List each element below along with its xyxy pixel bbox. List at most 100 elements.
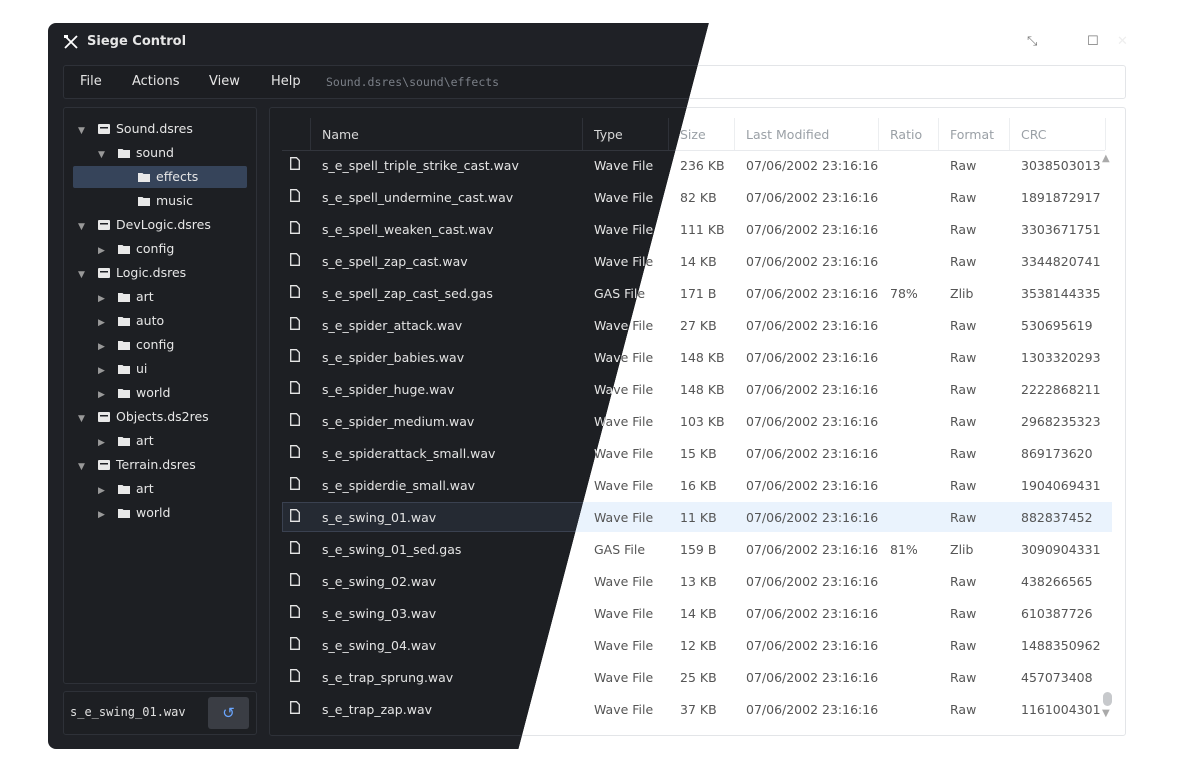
tree-item[interactable]: ▶ world: [98, 502, 170, 524]
cell-size: 148 KB: [680, 350, 725, 365]
menu-view[interactable]: View: [209, 74, 240, 89]
cell-format: Raw: [950, 158, 977, 173]
cell-size: 103 KB: [680, 414, 725, 429]
column-header-last-modified[interactable]: Last Modified: [746, 127, 829, 142]
menu-actions[interactable]: Actions: [132, 74, 180, 89]
minimize-icon[interactable]: ⤡: [1027, 34, 1037, 49]
folder-icon: [138, 173, 150, 182]
column-divider[interactable]: [734, 118, 735, 150]
cell-modified: 07/06/2002 23:16:16: [746, 542, 879, 557]
cell-modified: 07/06/2002 23:16:16: [746, 478, 879, 493]
cell-format: Raw: [950, 574, 977, 589]
cell-type: Wave File: [594, 510, 654, 525]
cell-modified: 07/06/2002 23:16:16: [746, 190, 879, 205]
chevron-right-icon[interactable]: ▶: [98, 288, 110, 310]
cell-type: Wave File: [594, 606, 654, 621]
tree-item[interactable]: effects: [118, 166, 198, 188]
column-header-crc[interactable]: CRC: [1021, 127, 1047, 142]
tree-item[interactable]: ▶ config: [98, 238, 174, 260]
tree-item[interactable]: music: [118, 190, 193, 212]
tree-item[interactable]: ▶ auto: [98, 310, 164, 332]
chevron-right-icon[interactable]: ▶: [98, 360, 110, 382]
scrollbar-thumb[interactable]: [1103, 692, 1112, 706]
chevron-right-icon[interactable]: ▶: [98, 480, 110, 502]
cell-size: 171 B: [680, 286, 717, 301]
tree-item[interactable]: ▼ sound: [98, 142, 174, 164]
menu-file[interactable]: File: [80, 74, 102, 89]
refresh-button[interactable]: ↺: [208, 697, 249, 729]
chevron-down-icon[interactable]: ▼: [78, 216, 90, 238]
tree-item-label: world: [136, 505, 171, 520]
folder-icon: [118, 485, 130, 494]
filename-field[interactable]: s_e_swing_01.wav ↺: [63, 691, 257, 735]
cell-name: s_e_spell_triple_strike_cast.wav: [322, 158, 519, 173]
tree-item[interactable]: ▶ art: [98, 430, 154, 452]
column-divider[interactable]: [878, 118, 879, 150]
column-header-name[interactable]: Name: [322, 127, 359, 142]
column-divider[interactable]: [668, 118, 669, 150]
maximize-icon[interactable]: ☐: [1087, 34, 1099, 49]
cell-name: s_e_spider_huge.wav: [322, 382, 455, 397]
folder-icon: [118, 317, 130, 326]
tree-item[interactable]: ▶ world: [98, 382, 170, 404]
column-divider[interactable]: [1105, 118, 1106, 150]
column-divider[interactable]: [310, 118, 311, 150]
file-icon: [290, 445, 300, 458]
chevron-right-icon[interactable]: ▶: [98, 240, 110, 262]
cell-modified: 07/06/2002 23:16:16: [746, 158, 879, 173]
column-divider[interactable]: [582, 118, 583, 150]
chevron-down-icon[interactable]: ▼: [78, 264, 90, 286]
column-header-type[interactable]: Type: [594, 127, 623, 142]
tree-item[interactable]: ▼ Objects.ds2res: [78, 406, 209, 428]
tree-item-label: config: [136, 337, 175, 352]
app-title: Siege Control: [87, 34, 187, 49]
cell-modified: 07/06/2002 23:16:16: [746, 574, 879, 589]
cell-format: Raw: [950, 254, 977, 269]
file-icon: [290, 477, 300, 490]
column-header-size[interactable]: Size: [680, 127, 706, 142]
column-header-format[interactable]: Format: [950, 127, 994, 142]
file-icon: [290, 189, 300, 202]
column-header-ratio[interactable]: Ratio: [890, 127, 922, 142]
chevron-down-icon[interactable]: ▼: [78, 120, 90, 142]
cell-format: Raw: [950, 510, 977, 525]
cell-crc: 1891872917: [1021, 190, 1101, 205]
cell-crc: 2968235323: [1021, 414, 1101, 429]
tree-item[interactable]: ▼ Terrain.dsres: [78, 454, 196, 476]
chevron-down-icon[interactable]: ▼: [98, 144, 110, 166]
folder-icon: [118, 509, 130, 518]
cell-ratio: 81%: [890, 542, 918, 557]
tree-item[interactable]: ▶ art: [98, 478, 154, 500]
tree-item-label: art: [136, 433, 154, 448]
file-icon: [290, 285, 300, 298]
close-icon[interactable]: ✕: [1117, 34, 1128, 49]
menu-help[interactable]: Help: [271, 74, 301, 89]
cell-size: 148 KB: [680, 382, 725, 397]
tree-item-label: Objects.ds2res: [116, 409, 209, 424]
chevron-right-icon[interactable]: ▶: [98, 504, 110, 526]
chevron-right-icon[interactable]: ▶: [98, 312, 110, 334]
column-divider[interactable]: [1009, 118, 1010, 150]
scroll-up-icon[interactable]: ▲: [1102, 153, 1110, 164]
chevron-down-icon[interactable]: ▼: [78, 456, 90, 478]
cell-size: 82 KB: [680, 190, 717, 205]
tree-item[interactable]: ▼ DevLogic.dsres: [78, 214, 211, 236]
chevron-right-icon[interactable]: ▶: [98, 336, 110, 358]
tree-item-label: DevLogic.dsres: [116, 217, 211, 232]
tree-item[interactable]: ▼ Sound.dsres: [78, 118, 193, 140]
tree-item[interactable]: ▼ Logic.dsres: [78, 262, 186, 284]
cell-crc: 882837452: [1021, 510, 1093, 525]
cell-name: s_e_spiderattack_small.wav: [322, 446, 496, 461]
cell-format: Zlib: [950, 286, 974, 301]
cell-format: Raw: [950, 638, 977, 653]
chevron-down-icon[interactable]: ▼: [78, 408, 90, 430]
cell-format: Raw: [950, 382, 977, 397]
cell-name: s_e_swing_01.wav: [322, 510, 437, 525]
tree-item[interactable]: ▶ art: [98, 286, 154, 308]
column-divider[interactable]: [938, 118, 939, 150]
scroll-down-icon[interactable]: ▼: [1102, 708, 1110, 719]
tree-item[interactable]: ▶ ui: [98, 358, 147, 380]
chevron-right-icon[interactable]: ▶: [98, 384, 110, 406]
tree-item[interactable]: ▶ config: [98, 334, 174, 356]
chevron-right-icon[interactable]: ▶: [98, 432, 110, 454]
